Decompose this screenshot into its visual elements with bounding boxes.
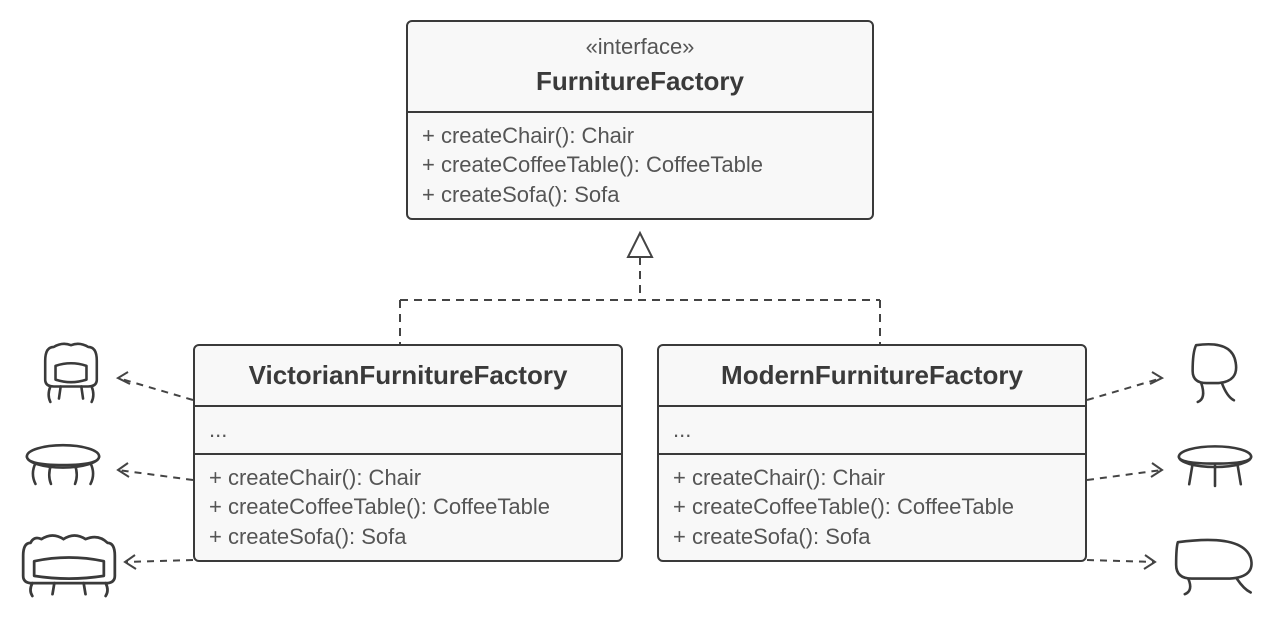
chair-modern-icon <box>1172 336 1258 406</box>
victorian-ops: + createChair(): Chair + createCoffeeTab… <box>195 453 621 560</box>
sofa-modern-icon <box>1164 522 1268 604</box>
interface-stereotype: «interface» <box>422 32 858 62</box>
interface-name: FurnitureFactory <box>422 64 858 99</box>
victorian-name: VictorianFurnitureFactory <box>209 358 607 393</box>
interface-box: «interface» FurnitureFactory + createCha… <box>406 20 874 220</box>
interface-op: + createSofa(): Sofa <box>422 180 858 210</box>
table-modern-icon <box>1172 432 1258 502</box>
diagram-canvas: «interface» FurnitureFactory + createCha… <box>0 0 1280 640</box>
interface-op: + createChair(): Chair <box>422 121 858 151</box>
modern-attrs: ... <box>659 405 1085 453</box>
victorian-box: VictorianFurnitureFactory ... + createCh… <box>193 344 623 562</box>
interface-header: «interface» FurnitureFactory <box>408 22 872 111</box>
modern-op: + createSofa(): Sofa <box>673 522 1071 552</box>
modern-name: ModernFurnitureFactory <box>673 358 1071 393</box>
modern-box: ModernFurnitureFactory ... + createChair… <box>657 344 1087 562</box>
victorian-op: + createCoffeeTable(): CoffeeTable <box>209 492 607 522</box>
modern-header: ModernFurnitureFactory <box>659 346 1085 405</box>
chair-victorian-icon <box>28 336 114 406</box>
victorian-attrs: ... <box>195 405 621 453</box>
modern-ops: + createChair(): Chair + createCoffeeTab… <box>659 453 1085 560</box>
victorian-op: + createChair(): Chair <box>209 463 607 493</box>
sofa-victorian-icon <box>14 520 124 606</box>
interface-ops: + createChair(): Chair + createCoffeeTab… <box>408 111 872 218</box>
victorian-header: VictorianFurnitureFactory <box>195 346 621 405</box>
table-victorian-icon <box>20 430 106 500</box>
modern-op: + createCoffeeTable(): CoffeeTable <box>673 492 1071 522</box>
interface-op: + createCoffeeTable(): CoffeeTable <box>422 150 858 180</box>
victorian-op: + createSofa(): Sofa <box>209 522 607 552</box>
modern-op: + createChair(): Chair <box>673 463 1071 493</box>
